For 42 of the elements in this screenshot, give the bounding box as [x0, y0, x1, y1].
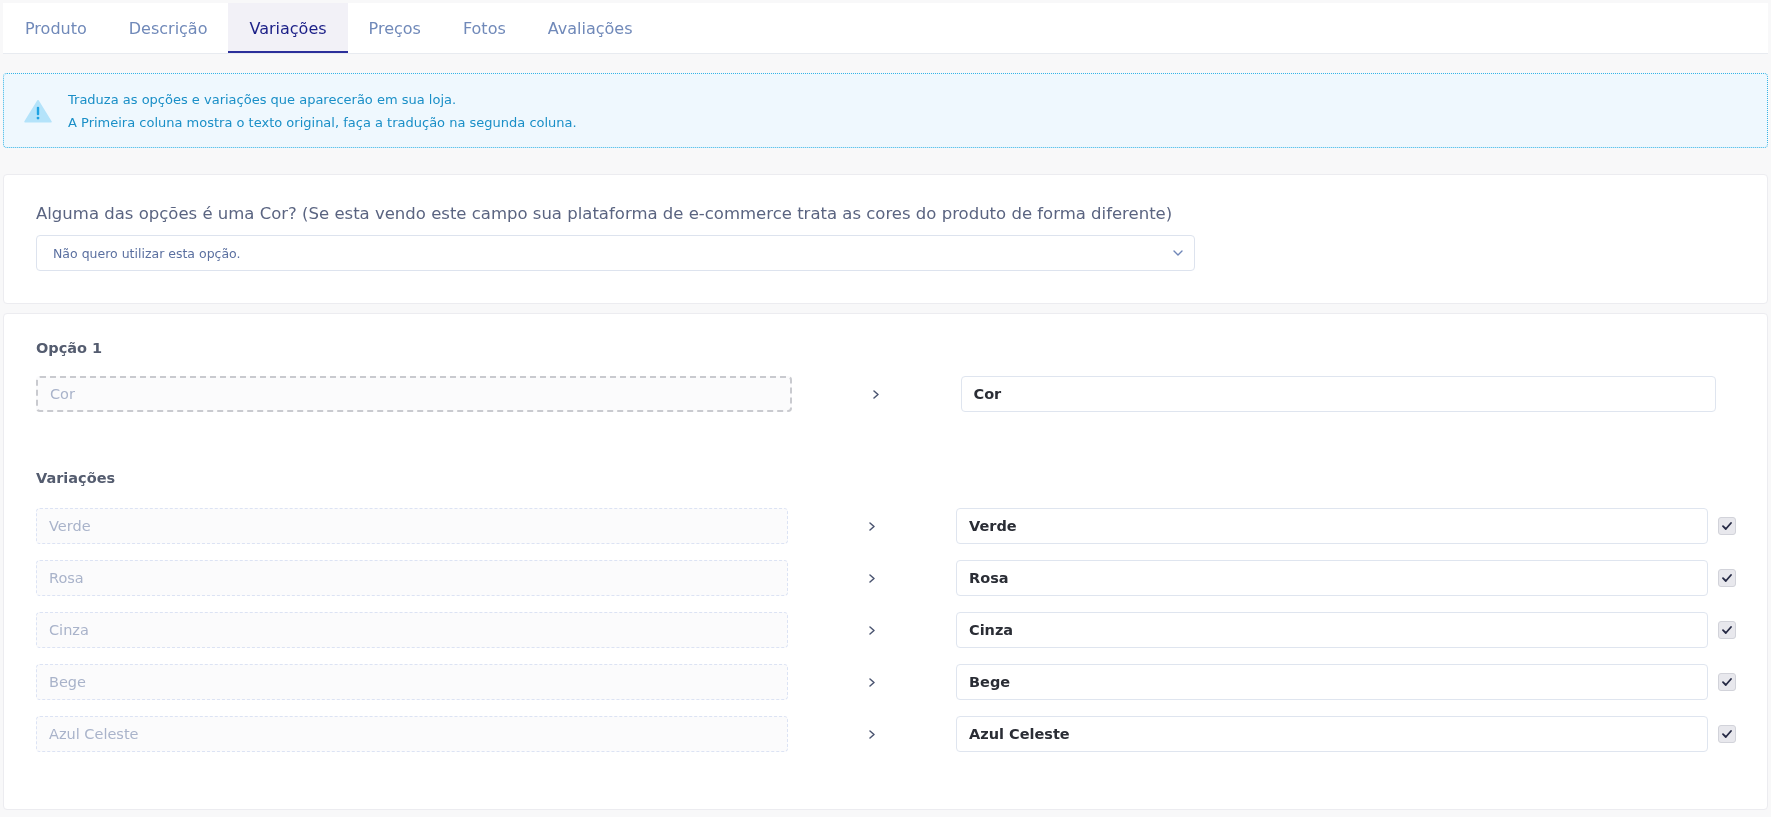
check-icon: [1722, 626, 1732, 634]
info-text: Traduza as opções e variações que aparecerão em sua loja.: [68, 90, 458, 109]
original-text-field[interactable]: Bege: [36, 664, 788, 700]
field-label: Alguma das opções é uma Cor? (Se esta vendo este campo sua plataforma de e-commerce trata as cores do produto de forma diferente): [36, 203, 1173, 225]
chevron-right-icon: [873, 389, 879, 399]
check-icon: [1722, 522, 1732, 530]
translation-field[interactable]: Azul Celeste: [956, 716, 1708, 752]
original-text-field[interactable]: Azul Celeste: [36, 716, 788, 752]
checkbox[interactable]: [1718, 569, 1736, 587]
warning-icon: [24, 98, 52, 123]
original-text-field[interactable]: Cinza: [36, 612, 788, 648]
checkbox[interactable]: [1718, 673, 1736, 691]
original-text-field[interactable]: Cor: [36, 376, 792, 412]
select-field[interactable]: Não quero utilizar esta opção.: [36, 235, 1195, 271]
check-icon: [1722, 730, 1732, 738]
translation-field[interactable]: Cinza: [956, 612, 1708, 648]
tab[interactable]: Variações: [228, 3, 348, 53]
original-text-field[interactable]: Rosa: [36, 560, 788, 596]
checkbox[interactable]: [1718, 621, 1736, 639]
chevron-right-icon: [869, 729, 875, 739]
check-icon: [1722, 574, 1732, 582]
check-icon: [1722, 678, 1732, 686]
chevron-down-icon: [1173, 250, 1183, 256]
translation-field[interactable]: Cor: [960, 376, 1716, 412]
checkbox[interactable]: [1718, 725, 1736, 743]
info-text: A Primeira coluna mostra o texto original, faça a tradução na segunda coluna.: [68, 113, 577, 132]
translation-field[interactable]: Rosa: [956, 560, 1708, 596]
translation-field[interactable]: Bege: [956, 664, 1708, 700]
chevron-right-icon: [869, 677, 875, 687]
section-label: Opção 1: [36, 339, 103, 358]
tab[interactable]: Produto: [4, 3, 108, 53]
checkbox[interactable]: [1718, 517, 1736, 535]
chevron-right-icon: [869, 573, 875, 583]
tab[interactable]: Avaliações: [526, 3, 654, 53]
translation-field[interactable]: Verde: [956, 508, 1708, 544]
tab[interactable]: Descrição: [107, 3, 229, 53]
tab[interactable]: Fotos: [441, 3, 527, 53]
chevron-right-icon: [869, 625, 875, 635]
chevron-right-icon: [869, 521, 875, 531]
original-text-field[interactable]: Verde: [36, 508, 788, 544]
tab[interactable]: Preços: [347, 3, 442, 53]
section-label: Variações: [36, 469, 116, 488]
